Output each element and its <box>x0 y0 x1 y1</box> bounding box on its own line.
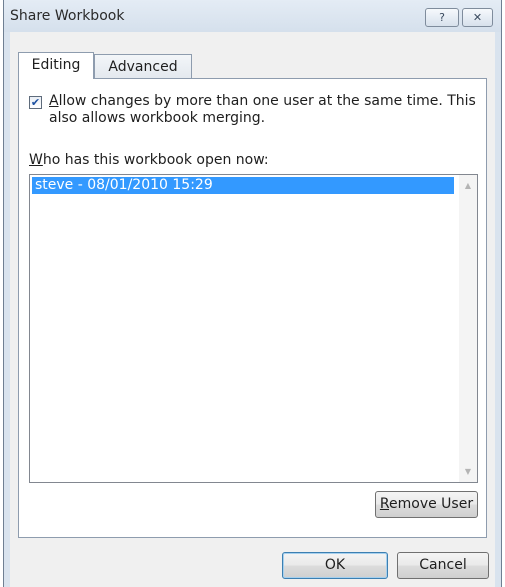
listbox-scrollbar[interactable]: ▲ ▼ <box>459 175 477 482</box>
close-icon: ✕ <box>472 11 483 24</box>
users-listbox[interactable]: steve - 08/01/2010 15:29 ▲ ▼ <box>29 174 478 483</box>
title-bar[interactable]: Share Workbook ? ✕ <box>4 0 501 32</box>
scroll-up-arrow-icon[interactable]: ▲ <box>459 177 477 194</box>
cancel-button[interactable]: Cancel <box>397 552 489 579</box>
who-label-accel: W <box>29 152 43 168</box>
list-item[interactable]: steve - 08/01/2010 15:29 <box>32 177 454 194</box>
close-button[interactable]: ✕ <box>462 8 493 27</box>
who-label-text: ho has this workbook open now: <box>42 152 269 168</box>
who-has-open-label: Who has this workbook open now: <box>29 152 269 168</box>
remove-user-button[interactable]: Remove User <box>375 491 478 518</box>
help-icon: ? <box>439 11 445 24</box>
help-button[interactable]: ? <box>425 8 459 27</box>
allow-changes-label[interactable]: Allow changes by more than one user at t… <box>49 93 479 127</box>
checkmark-icon: ✔ <box>30 96 41 109</box>
dialog-client-area: Editing Advanced ✔ Allow changes by more… <box>10 32 495 587</box>
tab-editing-label: Editing <box>31 57 81 73</box>
tab-editing[interactable]: Editing <box>18 52 94 79</box>
scroll-down-arrow-icon[interactable]: ▼ <box>459 463 477 480</box>
tab-advanced[interactable]: Advanced <box>94 54 192 79</box>
allow-changes-accel: A <box>49 93 59 109</box>
dialog-title: Share Workbook <box>10 8 125 24</box>
allow-changes-checkbox[interactable]: ✔ <box>29 96 42 109</box>
tab-advanced-label: Advanced <box>108 59 178 75</box>
share-workbook-dialog: Share Workbook ? ✕ Editing Advanced ✔ Al… <box>3 0 502 587</box>
remove-user-text: emove User <box>389 496 474 512</box>
remove-user-accel: R <box>379 496 390 512</box>
allow-changes-text: llow changes by more than one user at th… <box>49 93 476 126</box>
editing-tab-panel: ✔ Allow changes by more than one user at… <box>18 78 487 538</box>
ok-button[interactable]: OK <box>282 552 388 579</box>
